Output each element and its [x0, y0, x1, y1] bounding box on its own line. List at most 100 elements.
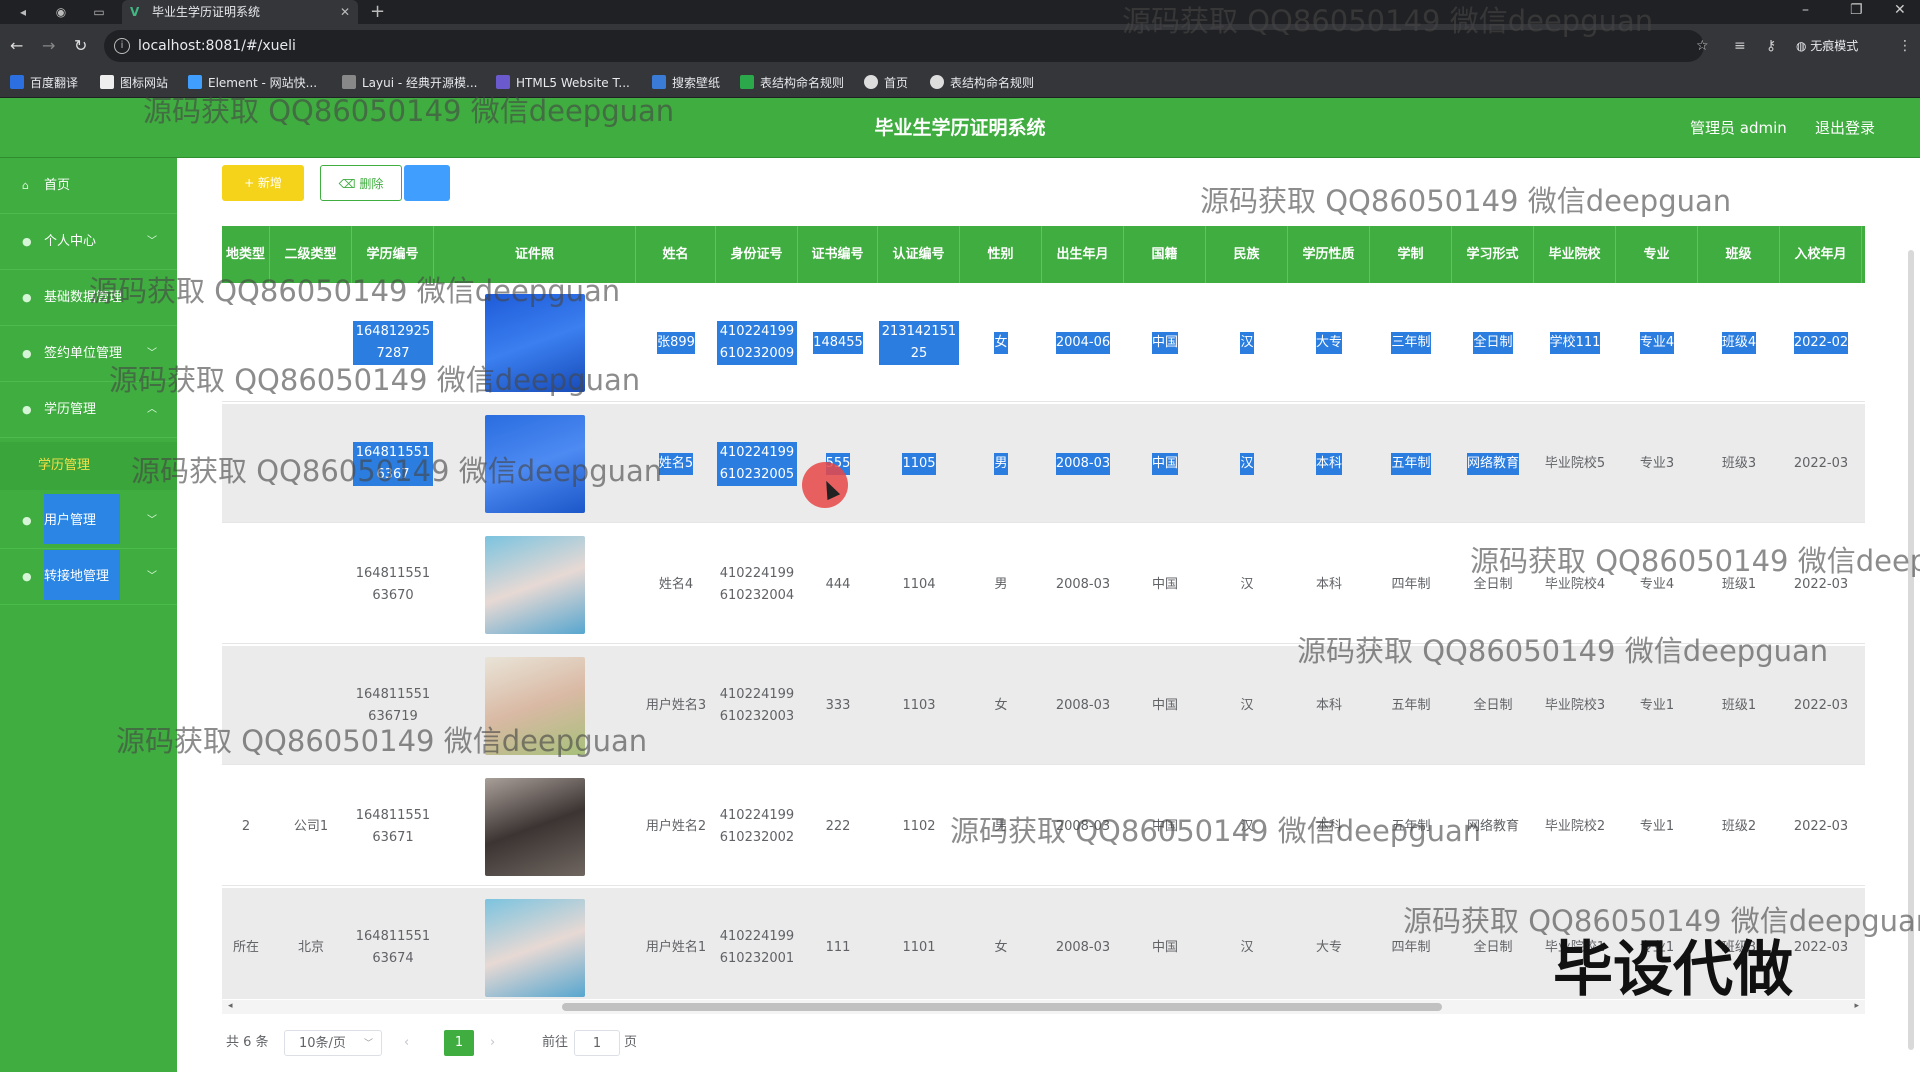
bookmark-item[interactable]: 百度翻译	[10, 75, 78, 91]
forward-icon[interactable]: →	[42, 36, 55, 56]
extra-button[interactable]	[404, 165, 450, 201]
table-cell: 20	[1862, 646, 1865, 765]
table-row[interactable]: 16481155163670 姓名4 410224199610232004 444 11…	[222, 525, 1865, 644]
cell-text: 班级1	[1721, 576, 1757, 592]
table-row[interactable]: 2 公司1 16481155163671 用户姓名2 41022419961023200…	[222, 767, 1865, 886]
reload-icon[interactable]: ↻	[74, 36, 87, 56]
incognito-icon: ◍	[1796, 39, 1811, 53]
bookmark-item[interactable]: Element - 网站快...	[188, 75, 317, 91]
column-header[interactable]: 学制	[1370, 226, 1452, 283]
table-cell: 汉	[1206, 646, 1288, 765]
vertical-scrollbar[interactable]	[1908, 250, 1914, 1050]
column-header[interactable]: 学习形式	[1452, 226, 1534, 283]
table-cell: 2022-03	[1780, 525, 1862, 644]
id-photo[interactable]	[485, 656, 585, 755]
sidebar-item-users[interactable]: ● 用户管理 ﹀	[0, 493, 177, 549]
goto-page-input[interactable]: 1	[574, 1030, 620, 1056]
column-header[interactable]: 身份证号	[716, 226, 798, 283]
add-button[interactable]: + 新增	[222, 165, 304, 201]
back-icon[interactable]: ←	[10, 36, 23, 56]
close-window-icon[interactable]: ✕	[1894, 0, 1906, 20]
goto-prefix: 前往	[542, 1035, 569, 1050]
column-header[interactable]: 姓名	[636, 226, 716, 283]
table-cell: 2004-06	[1042, 283, 1124, 402]
cell-text: 164811551636719	[355, 686, 431, 724]
browser-tab[interactable]: V 毕业生学历证明系统 ✕	[122, 0, 358, 24]
column-header[interactable]: 国籍	[1124, 226, 1206, 283]
new-tab-icon[interactable]: +	[370, 0, 385, 24]
column-header[interactable]: 学历性质	[1288, 226, 1370, 283]
column-header[interactable]: 学历编号	[352, 226, 434, 283]
column-header[interactable]: 班级	[1698, 226, 1780, 283]
id-photo[interactable]	[485, 293, 585, 392]
audio-icon[interactable]: ◂	[14, 3, 32, 21]
url-field[interactable]: i localhost:8081/#/xueli	[104, 30, 1704, 62]
tab-strip-icon[interactable]: ▭	[90, 3, 108, 21]
bookmark-item[interactable]: HTML5 Website T...	[496, 75, 630, 91]
page-size-select[interactable]: 10条/页 ﹀	[284, 1030, 382, 1056]
table-cell: 女	[960, 283, 1042, 402]
site-info-icon[interactable]: i	[114, 38, 130, 54]
id-photo[interactable]	[485, 898, 585, 997]
sidebar-item-profile[interactable]: ● 个人中心 ﹀	[0, 214, 177, 270]
incognito-indicator[interactable]: ◍ 无痕模式	[1796, 34, 1858, 58]
column-header[interactable]: 毕	[1862, 226, 1865, 283]
app-title: 毕业生学历证明系统	[874, 117, 1046, 139]
minimize-icon[interactable]: –	[1802, 0, 1809, 20]
id-photo[interactable]	[485, 535, 585, 634]
sidebar-item-transfer[interactable]: ● 转接地管理 ﹀	[0, 549, 177, 605]
sidebar-item-label: 基础数据管理	[44, 290, 123, 305]
sidebar-item-basic-data[interactable]: ● 基础数据管理	[0, 270, 177, 326]
column-header[interactable]: 入校年月	[1780, 226, 1862, 283]
cell-text: 专业1	[1639, 697, 1675, 713]
table-row[interactable]: 1648129257287 张899 410224199610232009 14845…	[222, 283, 1865, 402]
column-header[interactable]: 证书编号	[798, 226, 878, 283]
sidebar-item-label: 首页	[44, 178, 71, 193]
scrollbar-thumb[interactable]	[562, 1003, 1442, 1011]
bookmark-item[interactable]: 表结构命名规则	[740, 75, 844, 91]
column-header[interactable]: 专业	[1616, 226, 1698, 283]
education-table: 地类型 二级类型 学历编号 证件照 姓名 身份证号 证书编号 认证编号 性别 出生年月 国籍 民族 学历…	[222, 226, 1865, 999]
table-row[interactable]: 164811551636719 用户姓名3 410224199610232003 33…	[222, 646, 1865, 765]
column-header[interactable]: 二级类型	[270, 226, 352, 283]
scroll-right-icon[interactable]: ▸	[1854, 1001, 1859, 1011]
restore-icon[interactable]: ❐	[1850, 0, 1863, 20]
column-header[interactable]: 认证编号	[878, 226, 960, 283]
column-header[interactable]: 出生年月	[1042, 226, 1124, 283]
logout-link[interactable]: 退出登录	[1815, 98, 1875, 158]
id-photo[interactable]	[485, 777, 585, 876]
column-header[interactable]: 地类型	[222, 226, 270, 283]
table-cell: 中国	[1124, 767, 1206, 886]
scroll-left-icon[interactable]: ◂	[228, 1001, 233, 1011]
bookmark-item[interactable]: Layui - 经典开源模...	[342, 75, 477, 91]
table-cell: 用户姓名1	[636, 888, 716, 999]
id-photo[interactable]	[485, 414, 585, 513]
column-header[interactable]: 毕业院校	[1534, 226, 1616, 283]
bookmark-item[interactable]: 图标网站	[100, 75, 168, 91]
delete-button[interactable]: ⌫ 删除	[320, 165, 402, 201]
bookmark-item[interactable]: 表结构命名规则	[930, 75, 1034, 91]
table-row[interactable]: 1648115516367 姓名5 410224199610232005 555 110…	[222, 404, 1865, 523]
reading-list-icon[interactable]: ≡	[1734, 36, 1746, 56]
bookmark-label: Layui - 经典开源模...	[362, 76, 478, 90]
bookmark-item[interactable]: 首页	[864, 75, 908, 91]
column-header[interactable]: 民族	[1206, 226, 1288, 283]
column-header[interactable]: 证件照	[434, 226, 636, 283]
sidebar-item-signing-unit[interactable]: ● 签约单位管理 ﹀	[0, 326, 177, 382]
sidebar-item-home[interactable]: ⌂ 首页	[0, 158, 177, 214]
bookmark-item[interactable]: 搜索壁纸	[652, 75, 720, 91]
close-tab-icon[interactable]: ✕	[340, 0, 350, 24]
globe-icon[interactable]: ◉	[52, 3, 70, 21]
key-icon[interactable]: ⚷	[1766, 36, 1776, 56]
table-cell: 410224199610232009	[716, 283, 798, 402]
next-page-icon[interactable]: ›	[490, 1030, 495, 1056]
table-cell	[434, 525, 636, 644]
star-icon[interactable]: ☆	[1696, 36, 1709, 56]
table-cell: 1103	[878, 646, 960, 765]
prev-page-icon[interactable]: ‹	[404, 1030, 409, 1056]
sidebar-item-education[interactable]: ● 学历管理 ︿	[0, 382, 177, 438]
column-header[interactable]: 性别	[960, 226, 1042, 283]
menu-dots-icon[interactable]: ⋮	[1898, 36, 1912, 56]
page-number-current[interactable]: 1	[444, 1030, 474, 1056]
submenu-education-management[interactable]: 学历管理	[0, 442, 177, 490]
